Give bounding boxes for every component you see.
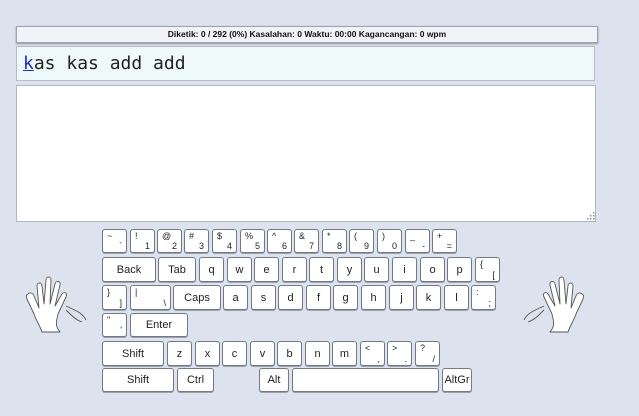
key-backslash[interactable]: | \ — [130, 285, 171, 310]
key-j[interactable]: j — [389, 285, 414, 310]
key-i[interactable]: i — [392, 257, 417, 282]
key-2[interactable]: @2 — [157, 229, 182, 253]
key-slash[interactable]: ? / — [415, 341, 440, 366]
key-alt[interactable]: Alt — [259, 368, 289, 392]
current-character: k — [23, 53, 34, 74]
key-q[interactable]: q — [199, 257, 224, 282]
key-shift-bottom[interactable]: Shift — [102, 368, 174, 392]
status-bar: Diketik: 0 / 292 (0%) Kasalahan: 0 Waktu… — [16, 26, 598, 43]
key-v[interactable]: v — [250, 341, 275, 366]
key-e[interactable]: e — [254, 257, 279, 282]
right-hand-icon — [523, 276, 585, 333]
key-k[interactable]: k — [416, 285, 441, 310]
key-tilde[interactable]: ~ ` — [102, 229, 127, 253]
key-period[interactable]: >. — [387, 341, 412, 366]
key-1[interactable]: ! 1 — [130, 229, 155, 253]
key-w[interactable]: w — [227, 257, 252, 282]
key-9[interactable]: (9 — [349, 229, 374, 253]
key-n[interactable]: n — [305, 341, 330, 366]
key-5[interactable]: % 5 — [240, 229, 265, 253]
key-semicolon[interactable]: :; — [471, 285, 496, 310]
key-open-bracket[interactable]: {[ — [475, 257, 500, 282]
key-space[interactable] — [292, 368, 439, 392]
key-caps[interactable]: Caps — [173, 285, 221, 310]
key-y[interactable]: y — [337, 257, 362, 282]
key-comma[interactable]: <, — [360, 341, 385, 366]
key-r[interactable]: r — [282, 257, 307, 282]
key-s[interactable]: s — [251, 285, 276, 310]
key-a[interactable]: a — [223, 285, 248, 310]
key-equals[interactable]: + = — [432, 229, 457, 253]
key-0[interactable]: ) 0 — [377, 229, 402, 253]
key-enter[interactable]: Enter — [130, 313, 188, 337]
key-4[interactable]: $4 — [212, 229, 237, 253]
key-minus[interactable]: _ - — [405, 229, 430, 253]
key-shift-left[interactable]: Shift — [102, 341, 164, 366]
key-quote[interactable]: " ' — [102, 313, 127, 337]
left-hand-icon — [25, 276, 87, 333]
key-7[interactable]: & 7 — [294, 229, 319, 253]
key-h[interactable]: h — [361, 285, 386, 310]
key-p[interactable]: p — [447, 257, 472, 282]
key-3[interactable]: #3 — [184, 229, 209, 253]
key-c[interactable]: c — [222, 341, 247, 366]
key-x[interactable]: x — [195, 341, 220, 366]
key-close-bracket[interactable]: }] — [102, 285, 127, 310]
resize-grip-icon[interactable] — [587, 212, 595, 220]
key-altgr[interactable]: AltGr — [442, 368, 472, 392]
key-t[interactable]: t — [309, 257, 334, 282]
key-g[interactable]: g — [333, 285, 358, 310]
key-f[interactable]: f — [306, 285, 331, 310]
key-l[interactable]: l — [444, 285, 469, 310]
key-u[interactable]: u — [364, 257, 389, 282]
key-8[interactable]: * 8 — [322, 229, 347, 253]
key-backspace[interactable]: Back — [102, 257, 156, 282]
key-o[interactable]: o — [420, 257, 445, 282]
key-m[interactable]: m — [332, 341, 357, 366]
key-d[interactable]: d — [278, 285, 303, 310]
prompt-text: as kas add add — [33, 53, 186, 74]
key-tab[interactable]: Tab — [158, 257, 196, 282]
key-z[interactable]: z — [167, 341, 192, 366]
key-ctrl[interactable]: Ctrl — [177, 368, 214, 392]
typing-input[interactable] — [16, 85, 596, 222]
key-6[interactable]: ^ 6 — [267, 229, 292, 253]
typing-prompt: kas kas add add — [16, 46, 595, 81]
key-b[interactable]: b — [277, 341, 302, 366]
